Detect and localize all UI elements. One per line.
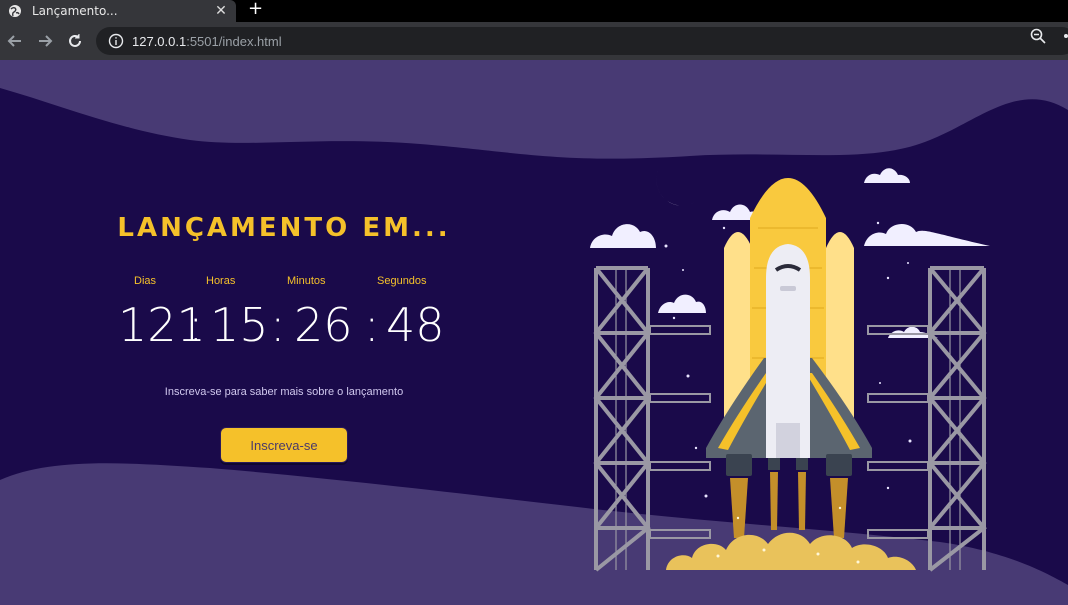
url-path: :5501/index.html: [186, 33, 282, 49]
minutes-value: 26: [294, 298, 353, 352]
launch-tower-right: [927, 266, 987, 572]
reload-icon: [69, 34, 81, 47]
zoom-icon[interactable]: [1030, 28, 1046, 44]
arrow-right-icon: [39, 35, 53, 47]
days-label: Dias: [134, 275, 157, 287]
address-bar[interactable]: 127.0.0.1:5501/index.html: [96, 27, 1068, 55]
minutes-label: Minutos: [287, 275, 326, 287]
new-tab-button[interactable]: +: [248, 0, 263, 19]
info-icon[interactable]: [108, 33, 124, 49]
share-icon[interactable]: [1058, 28, 1068, 44]
close-tab-icon[interactable]: ✕: [212, 3, 230, 19]
timer-separator: :: [364, 298, 380, 352]
forward-button[interactable]: [30, 26, 60, 56]
seconds-label: Segundos: [377, 275, 427, 287]
subscribe-prompt: Inscreva-se para saber mais sobre o lanç…: [164, 386, 404, 398]
moon-icon: [656, 160, 698, 206]
rocket-launch-illustration: [590, 160, 990, 572]
timer-separator: :: [188, 298, 204, 352]
reload-button[interactable]: [60, 26, 90, 56]
launch-tower-right-ladder: [949, 268, 961, 570]
browser-toolbar: 127.0.0.1:5501/index.html: [0, 22, 1068, 60]
page-title: LANÇAMENTO EM...: [117, 213, 451, 243]
hours-label: Horas: [206, 275, 236, 287]
browser-tab[interactable]: Lançamento... ✕: [0, 0, 236, 22]
countdown-timer: 121 : 15 : 26 : 48: [110, 298, 460, 358]
seconds-value: 48: [386, 298, 445, 352]
launch-page: LANÇAMENTO EM... Dias Horas Minutos Segu…: [0, 60, 1068, 605]
launch-tower-left-ladder: [615, 268, 627, 570]
globe-icon: [9, 5, 21, 17]
tab-strip: Lançamento... ✕ +: [0, 0, 1068, 22]
back-button[interactable]: [0, 26, 30, 56]
arrow-left-icon: [7, 35, 21, 47]
tab-title: Lançamento...: [32, 4, 118, 18]
url-host: 127.0.0.1: [132, 33, 187, 49]
timer-separator: :: [270, 298, 286, 352]
countdown-labels: Dias Horas Minutos Segundos: [112, 275, 452, 293]
launch-tower-left: [593, 266, 651, 572]
engine-flames: [730, 472, 848, 538]
subscribe-button[interactable]: Inscreva-se: [220, 427, 348, 463]
hours-value: 15: [210, 298, 269, 352]
